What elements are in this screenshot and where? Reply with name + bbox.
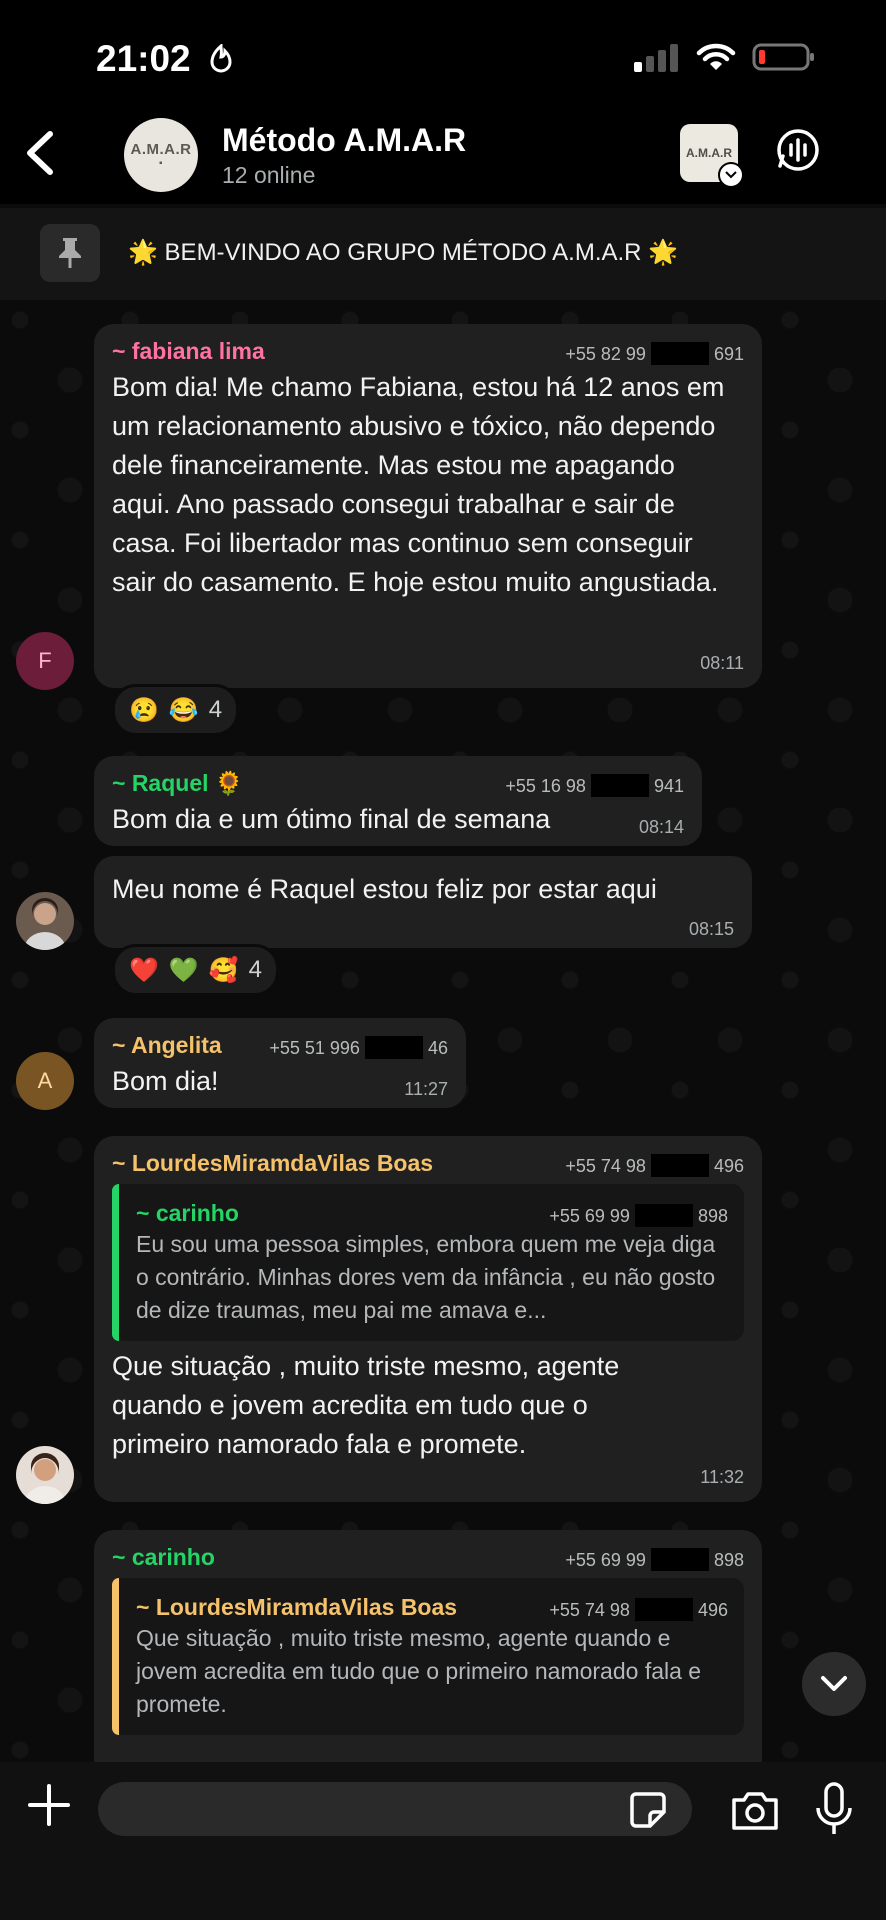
message-bubble[interactable]: Meu nome é Raquel estou feliz por estar …	[94, 856, 752, 948]
back-arrow-icon[interactable]	[20, 128, 60, 178]
group-thumbnail-button[interactable]: A.M.A.R	[680, 124, 744, 188]
sticker-icon[interactable]	[628, 1790, 668, 1830]
avatar[interactable]: A	[16, 1052, 74, 1110]
message-text: Bom dia! Me chamo Fabiana, estou há 12 a…	[112, 372, 725, 597]
message-text: Bom dia!	[112, 1066, 219, 1096]
pinned-text: 🌟 BEM-VINDO AO GRUPO MÉTODO A.M.A.R 🌟	[128, 239, 679, 266]
reaction-count: 4	[208, 696, 223, 723]
group-avatar-text: A.M.A.R	[130, 141, 192, 158]
quoted-sender: ~ LourdesMiramdaVilas Boas	[136, 1594, 458, 1620]
quoted-text: Que situação , muito triste mesmo, agent…	[136, 1625, 702, 1717]
message-time: 08:15	[688, 919, 734, 939]
message-bubble[interactable]: ~ Raquel 🌻 +55 16 98 941 Bom dia e um ót…	[94, 756, 702, 846]
message-text: Meu nome é Raquel estou feliz por estar …	[112, 874, 657, 904]
plus-icon[interactable]	[28, 1784, 70, 1826]
quoted-phone: +55 74 98 496	[549, 1598, 728, 1621]
chat-header: A.M.A.R ▪ Método A.M.A.R 12 online A.M.A…	[0, 100, 886, 204]
message-time: 08:14	[638, 817, 684, 837]
composer-bar	[0, 1762, 886, 1920]
sender-name[interactable]: ~ Angelita	[112, 1032, 222, 1059]
sender-phone: +55 51 996 46	[269, 1036, 448, 1059]
avatar[interactable]: F	[16, 632, 74, 690]
message-input[interactable]	[98, 1782, 692, 1836]
pinned-message-bar[interactable]: 🌟 BEM-VINDO AO GRUPO MÉTODO A.M.A.R 🌟	[0, 208, 886, 300]
message-time: 11:32	[700, 1467, 744, 1487]
reactions[interactable]: ❤️ 💚 🥰 4	[112, 944, 280, 996]
reactions[interactable]: 😢 😂 4	[112, 684, 240, 736]
group-title[interactable]: Método A.M.A.R	[222, 122, 466, 159]
message-bubble[interactable]: ~ carinho +55 69 99 898 ~ LourdesMiramda…	[94, 1530, 762, 1762]
quoted-message[interactable]: ~ LourdesMiramdaVilas Boas +55 74 98 496…	[112, 1578, 744, 1735]
chevron-down-icon	[821, 1676, 847, 1691]
thumbnail-text: A.M.A.R	[686, 146, 732, 160]
status-bar: 21:02	[0, 0, 886, 100]
message-time: 11:27	[404, 1079, 448, 1099]
message-text: Bom dia e um ótimo final de semana	[112, 804, 551, 834]
sender-name[interactable]: ~ carinho	[112, 1544, 215, 1571]
reaction-emoji: 🥰	[208, 956, 239, 984]
clock: 21:02	[96, 38, 191, 79]
chevron-down-icon	[718, 162, 744, 188]
sender-phone: +55 82 99 691	[565, 342, 744, 365]
quoted-message[interactable]: ~ carinho +55 69 99 898 Eu sou uma pesso…	[112, 1184, 744, 1341]
avatar[interactable]	[16, 892, 74, 950]
pin-icon	[40, 224, 100, 282]
quoted-text: Eu sou uma pessoa simples, embora quem m…	[136, 1231, 716, 1323]
microphone-icon[interactable]	[814, 1782, 854, 1838]
message-bubble[interactable]: ~ LourdesMiramdaVilas Boas +55 74 98 496…	[94, 1136, 762, 1502]
signal-icon	[634, 44, 678, 72]
reaction-emoji: ❤️	[129, 956, 159, 984]
online-count: 12 online	[222, 162, 316, 188]
avatar[interactable]	[16, 1446, 74, 1504]
reaction-emoji: 😂	[168, 696, 199, 724]
focus-icon	[210, 44, 232, 73]
battery-icon	[752, 43, 814, 71]
sender-name[interactable]: ~ fabiana lima	[112, 338, 265, 365]
message-list[interactable]: ~ fabiana lima +55 82 99 691 Bom dia! Me…	[0, 300, 886, 1762]
message-text: Que situação , muito triste mesmo, agent…	[112, 1351, 620, 1459]
quoted-phone: +55 69 99 898	[549, 1204, 728, 1227]
sender-phone: +55 74 98 496	[565, 1154, 744, 1177]
scroll-down-button[interactable]	[802, 1652, 866, 1716]
reaction-count: 4	[248, 956, 263, 983]
quoted-sender: ~ carinho	[136, 1200, 239, 1226]
message-time: 08:11	[700, 653, 744, 673]
sender-name[interactable]: ~ Raquel 🌻	[112, 770, 244, 797]
reaction-emoji: 😢	[129, 696, 159, 724]
reaction-emoji: 💚	[168, 956, 199, 984]
sender-phone: +55 16 98 941	[505, 774, 684, 797]
group-avatar[interactable]: A.M.A.R ▪	[124, 118, 198, 192]
message-bubble[interactable]: ~ Angelita +55 51 996 46 Bom dia! 11:27	[94, 1018, 466, 1108]
sender-name[interactable]: ~ LourdesMiramdaVilas Boas	[112, 1150, 433, 1177]
voice-chat-icon[interactable]	[774, 126, 822, 174]
wifi-icon	[696, 43, 736, 70]
sender-phone: +55 69 99 898	[565, 1548, 744, 1571]
message-bubble[interactable]: ~ fabiana lima +55 82 99 691 Bom dia! Me…	[94, 324, 762, 688]
camera-icon[interactable]	[730, 1788, 780, 1832]
